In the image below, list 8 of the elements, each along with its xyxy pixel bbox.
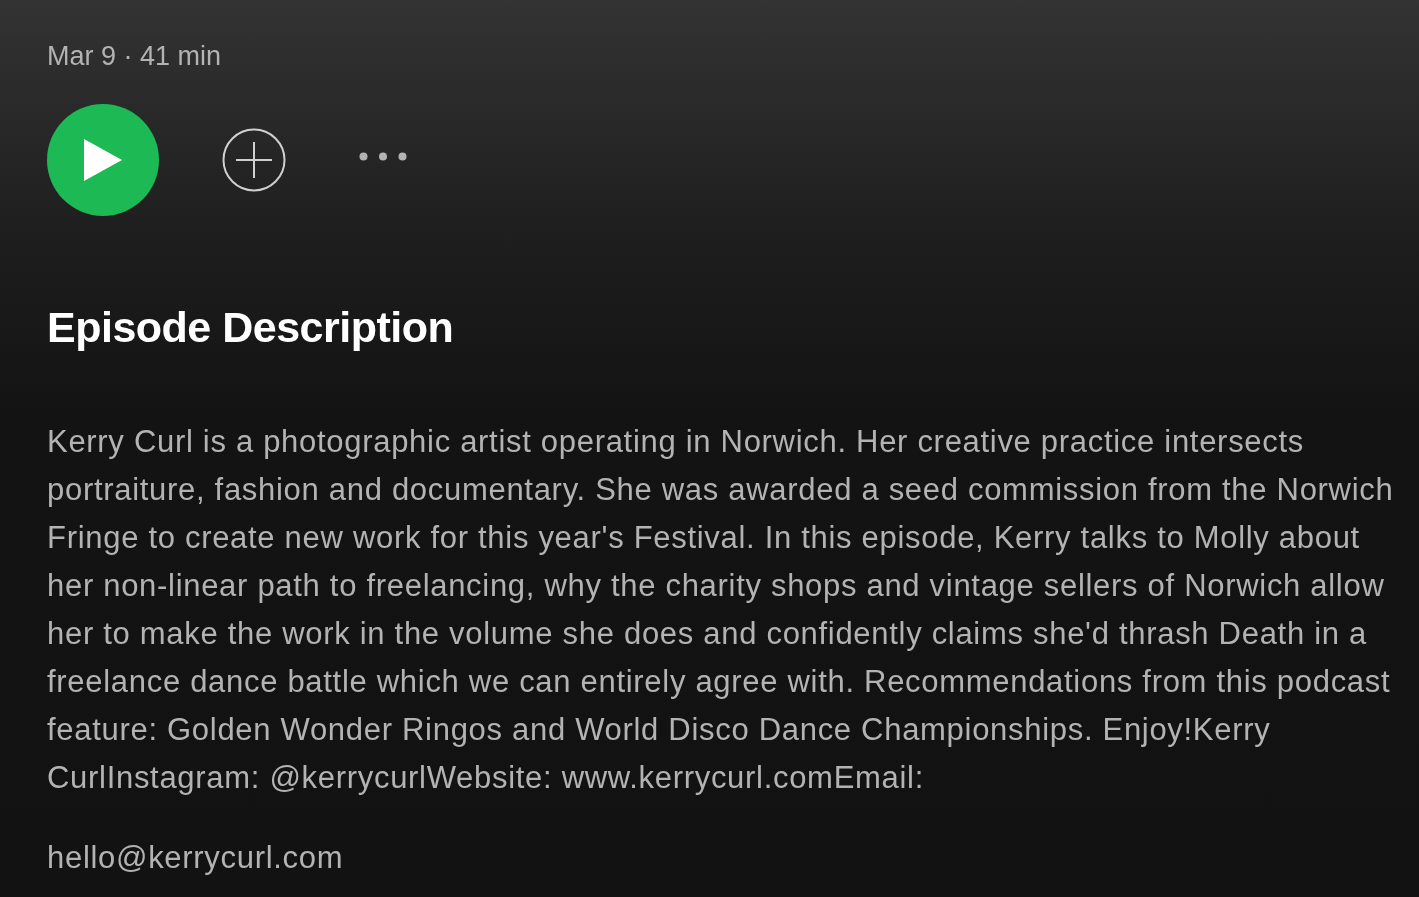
description-paragraph: hello@kerrycurl.com	[47, 839, 344, 877]
more-dots-icon	[359, 151, 407, 161]
add-button[interactable]	[222, 128, 286, 192]
section-heading: Episode Description	[47, 302, 454, 352]
episode-meta: Mar 9 · 41 min	[47, 40, 222, 72]
plus-circle-icon	[222, 128, 286, 192]
play-icon	[84, 139, 122, 181]
description-paragraph: Kerry Curl is a photographic artist operating in Norwich. Her creative practice intersects portraiture, fashion and documentary. She was awarded a seed commission from the Norwich Fringe to create new work for this year's Festival. In this episode, Kerry talks to Molly about her non-linear path to freelancing, why the charity shops and vintage sellers of Norwich allow her to make the work in the volume she does and confidently claims she'd thrash Death in a freelance dance battle which we can entirely agree with. Recommendations from this podcast feature: Golden Wonder Ringos and World Disco Dance Championships. Enjoy!Kerry CurlInstagram: @kerrycurlWebsite: www.kerrycurl.comEmail:	[47, 423, 1395, 797]
